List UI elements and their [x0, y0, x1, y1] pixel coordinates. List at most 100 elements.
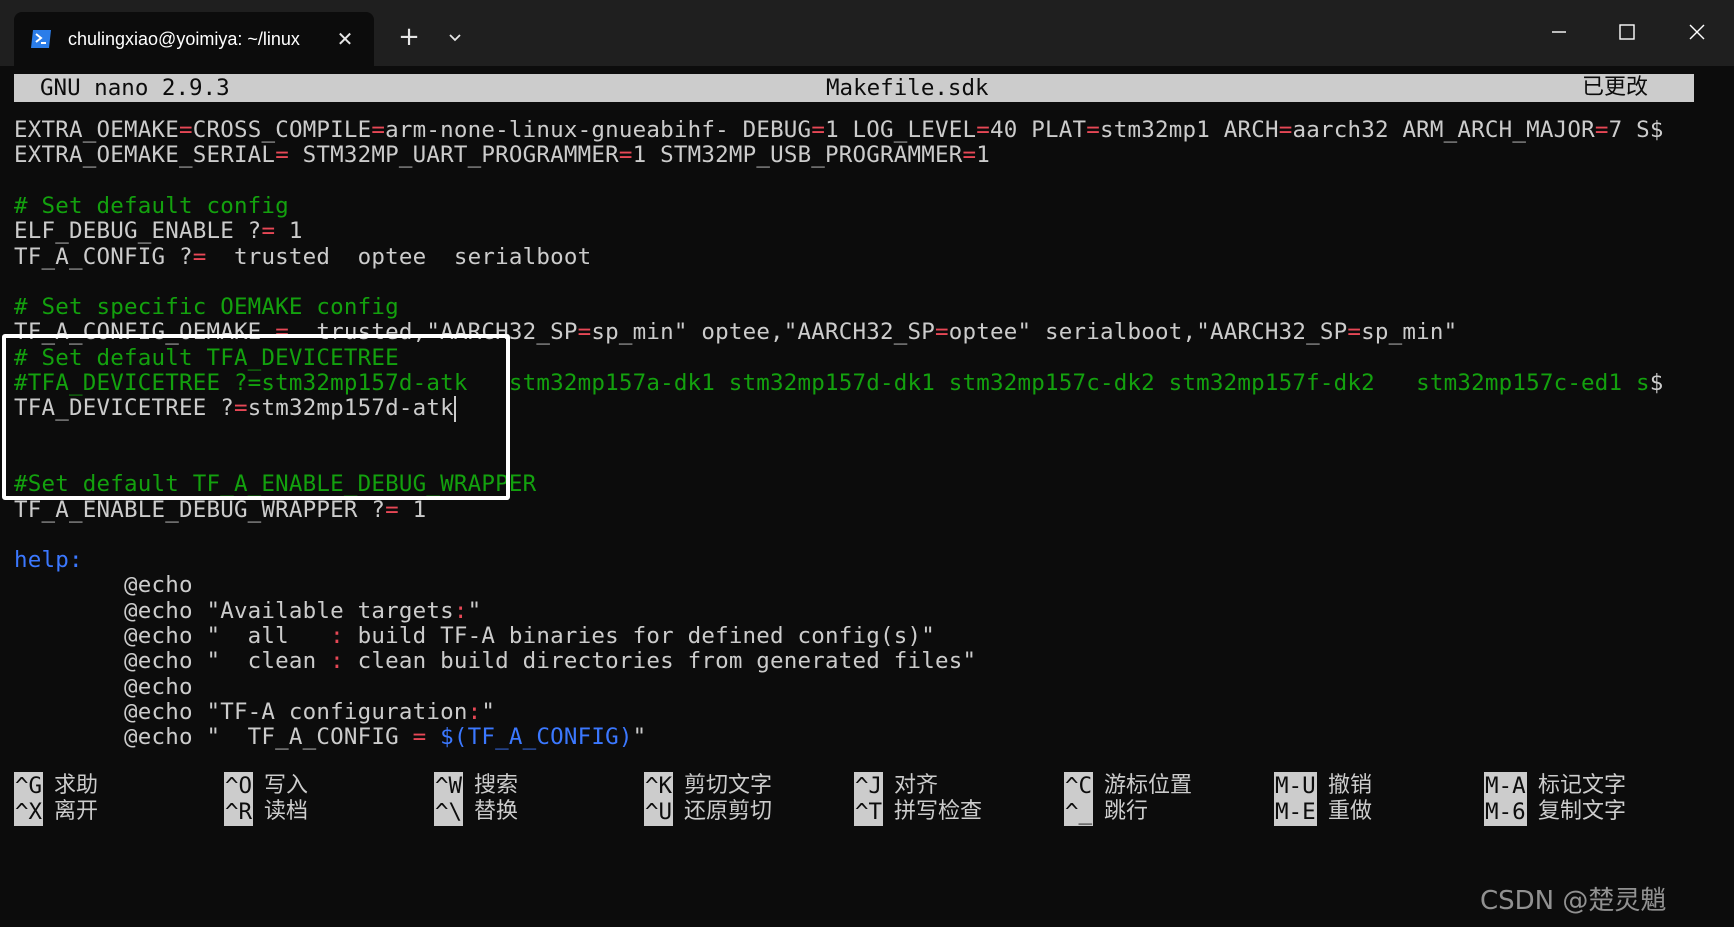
code-token: 1 STM32MP_USB_PROGRAMMER [632, 142, 963, 169]
code-token: @echo " all [14, 623, 331, 649]
shortcut-label: 跳行 [1104, 799, 1149, 824]
shortcut-key: M-U [1274, 772, 1317, 800]
code-token: 1 [398, 496, 427, 523]
new-tab-button[interactable]: + [394, 22, 424, 52]
code-token: sp_min" [1361, 319, 1458, 346]
code-token: = [1594, 117, 1609, 143]
shortcut-key: ^R [224, 798, 254, 826]
code-token: = [1347, 319, 1362, 346]
editor-line: @echo " clean : clean build directories … [14, 647, 976, 675]
terminal-area[interactable]: GNU nano 2.9.3 Makefile.sdk 已更改 EXTRA_OE… [0, 66, 1734, 927]
shortcut-label: 离开 [54, 799, 99, 824]
highlight-annotation-box [2, 334, 510, 500]
code-token: help: [14, 547, 83, 574]
code-token: " [632, 724, 647, 751]
code-token: @echo "Available targets [14, 597, 454, 624]
editor-line: @echo [14, 673, 193, 701]
code-token: = [1086, 117, 1101, 143]
code-token: clean build directories from generated f… [343, 648, 977, 675]
nano-filename: Makefile.sdk [826, 75, 989, 101]
code-token: = [192, 243, 207, 270]
code-token: = [811, 117, 826, 143]
shortcut-key: ^U [644, 798, 674, 826]
window-titlebar: chulingxiao@yoimiya: ~/linux ✕ + [0, 0, 1734, 66]
editor-line: @echo "TF-A configuration:" [14, 698, 495, 726]
code-token: = [371, 117, 386, 143]
close-window-button[interactable] [1674, 14, 1720, 50]
code-token: 1 LOG_LEVEL [825, 117, 977, 143]
code-token: = [261, 218, 276, 245]
code-token: = [577, 319, 592, 346]
shortcut-key: ^C [1064, 772, 1094, 800]
code-token: = [275, 142, 289, 169]
editor-line: @echo "Available targets:" [14, 597, 481, 625]
code-token: : [330, 623, 344, 649]
shortcut-key: ^_ [1064, 798, 1094, 826]
code-token: trusted optee serialboot [206, 243, 592, 270]
shortcut-key: ^X [14, 798, 44, 826]
nano-version: GNU nano 2.9.3 [40, 75, 230, 101]
code-token: # Set default config [14, 192, 289, 219]
shortcut-label: 求助 [54, 773, 99, 798]
shortcut-label: 拼写检查 [894, 799, 983, 824]
code-token: 40 PLAT [990, 117, 1087, 143]
code-token: aarch32 ARM_ARCH_MAJOR [1292, 117, 1595, 143]
code-token: = [385, 496, 399, 523]
code-token: = [412, 724, 427, 751]
code-token: = [178, 117, 193, 143]
shortcut-label: 搜索 [474, 773, 519, 798]
watermark: CSDN @楚灵魈 [1480, 886, 1667, 916]
code-token: stm32mp1 ARCH [1100, 117, 1279, 143]
code-token: sp_min" optee,"AARCH32_SP [591, 319, 936, 346]
editor-line: EXTRA_OEMAKE=CROSS_COMPILE=arm-none-linu… [14, 116, 1664, 144]
code-token: : [467, 698, 482, 725]
code-token: STM32MP_UART_PROGRAMMER [288, 142, 619, 169]
code-token: TF_A_CONFIG ? [14, 243, 193, 270]
shortcut-label: 读档 [264, 799, 309, 824]
code-token: build TF-A binaries for defined config(s… [343, 623, 936, 649]
code-token: = [962, 142, 977, 169]
shortcut-key: ^T [854, 798, 884, 826]
tab-close-button[interactable]: ✕ [332, 26, 358, 52]
editor-line: @echo " TF_A_CONFIG = $(TF_A_CONFIG)" [14, 723, 646, 751]
shortcut-label: 游标位置 [1104, 773, 1193, 798]
chevron-down-icon[interactable] [440, 22, 470, 52]
shortcut-label: 还原剪切 [684, 799, 773, 824]
shortcut-label: 标记文字 [1538, 773, 1627, 798]
shortcut-label: 剪切文字 [684, 773, 773, 798]
code-token: # Set specific OEMAKE config [14, 294, 399, 321]
editor-line: help: [14, 546, 83, 574]
editor-line: ELF_DEBUG_ENABLE ?= 1 [14, 217, 303, 245]
shortcut-key: M-A [1484, 772, 1527, 800]
code-token: EXTRA_OEMAKE [14, 117, 179, 143]
code-token: CROSS_COMPILE [192, 117, 372, 143]
editor-line: # Set default config [14, 192, 289, 220]
code-token: " [481, 698, 496, 725]
powershell-icon [31, 30, 51, 48]
shortcut-key: ^\ [434, 798, 464, 826]
maximize-button[interactable] [1604, 14, 1650, 50]
terminal-tab[interactable]: chulingxiao@yoimiya: ~/linux ✕ [14, 12, 374, 66]
code-token: EXTRA_OEMAKE_SERIAL [14, 142, 276, 169]
code-token: : [330, 648, 344, 675]
code-token: optee" serialboot,"AARCH32_SP [948, 319, 1348, 346]
shortcut-key: ^K [644, 772, 674, 800]
nano-header-bar: GNU nano 2.9.3 Makefile.sdk 已更改 [14, 74, 1694, 102]
code-token: $(TF_A_CONFIG) [440, 724, 633, 751]
code-token: = [935, 319, 949, 346]
shortcut-label: 复制文字 [1538, 799, 1627, 824]
code-token: arm-none-linux-gnueabihf- DEBUG [385, 117, 812, 143]
editor-line: EXTRA_OEMAKE_SERIAL= STM32MP_UART_PROGRA… [14, 141, 990, 169]
shortcut-key: M-E [1274, 798, 1317, 826]
shortcut-label: 对齐 [894, 773, 939, 798]
code-token: : [453, 597, 468, 624]
shortcut-label: 替换 [474, 799, 519, 824]
code-token: 1 [275, 218, 303, 245]
editor-line: TF_A_CONFIG ?= trusted optee serialboot [14, 243, 591, 271]
tab-title: chulingxiao@yoimiya: ~/linux [68, 29, 300, 49]
code-token: = [976, 117, 991, 143]
minimize-button[interactable] [1536, 14, 1582, 50]
editor-line: @echo [14, 571, 193, 599]
code-token: @echo " clean [14, 648, 331, 675]
